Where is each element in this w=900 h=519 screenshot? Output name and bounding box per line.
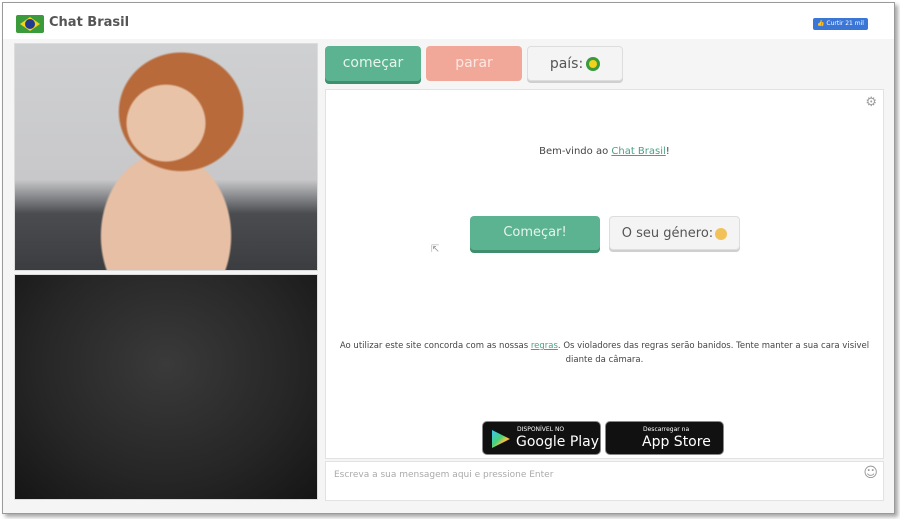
- stop-button[interactable]: parar: [426, 46, 522, 81]
- start-button[interactable]: começar: [325, 46, 421, 81]
- google-play-badge[interactable]: DISPONÍVEL NO Google Play: [482, 421, 601, 455]
- brazil-flag-icon: [586, 57, 601, 71]
- chat-panel: ⚙ Bem-vindo ao Chat Brasil! Começar! O s…: [325, 89, 884, 459]
- welcome-suffix: !: [665, 146, 670, 157]
- face-emoji-icon: [715, 227, 728, 240]
- facebook-like-button[interactable]: 👍 Curtir 21 mil: [813, 18, 868, 30]
- terms-text-end: . Os violadores das regras serão banidos…: [557, 341, 870, 365]
- gender-select-button[interactable]: O seu género:: [609, 216, 740, 250]
- google-play-icon: [492, 430, 510, 448]
- rules-link[interactable]: regras: [531, 341, 558, 351]
- welcome-message: Bem-vindo ao Chat Brasil!: [326, 146, 883, 157]
- controls-bar: começar parar país:: [323, 43, 885, 87]
- message-input-box: ☺: [325, 461, 884, 501]
- header: Chat Brasil 👍 Curtir 21 mil: [3, 3, 894, 39]
- terms-notice: Ao utilizar este site concorda com as no…: [326, 339, 883, 367]
- brazil-flag-icon: [16, 15, 44, 33]
- app-store-big-text: App Store: [642, 434, 711, 450]
- gear-icon[interactable]: ⚙: [865, 95, 877, 110]
- country-select-button[interactable]: país:: [527, 46, 623, 81]
- terms-text: Ao utilizar este site concorda com as no…: [339, 341, 531, 351]
- welcome-text: Bem-vindo ao: [539, 146, 612, 157]
- google-play-small-text: DISPONÍVEL NO: [517, 426, 565, 433]
- mouse-cursor-icon: ⇱: [431, 244, 440, 255]
- local-video: [14, 274, 318, 500]
- app-store-badge[interactable]: Descarregar na App Store: [605, 421, 724, 455]
- message-input[interactable]: [332, 469, 856, 481]
- site-title: Chat Brasil: [49, 15, 130, 30]
- country-label: país:: [549, 56, 584, 72]
- remote-video: [14, 43, 318, 271]
- begin-button[interactable]: Começar!: [470, 216, 600, 250]
- app-store-small-text: Descarregar na: [643, 426, 690, 433]
- app-window: Chat Brasil 👍 Curtir 21 mil começar para…: [2, 2, 895, 514]
- gender-label: O seu género:: [621, 226, 714, 241]
- chat-brasil-link[interactable]: Chat Brasil: [611, 146, 665, 157]
- smiley-icon[interactable]: ☺: [863, 465, 878, 481]
- google-play-big-text: Google Play: [516, 434, 600, 450]
